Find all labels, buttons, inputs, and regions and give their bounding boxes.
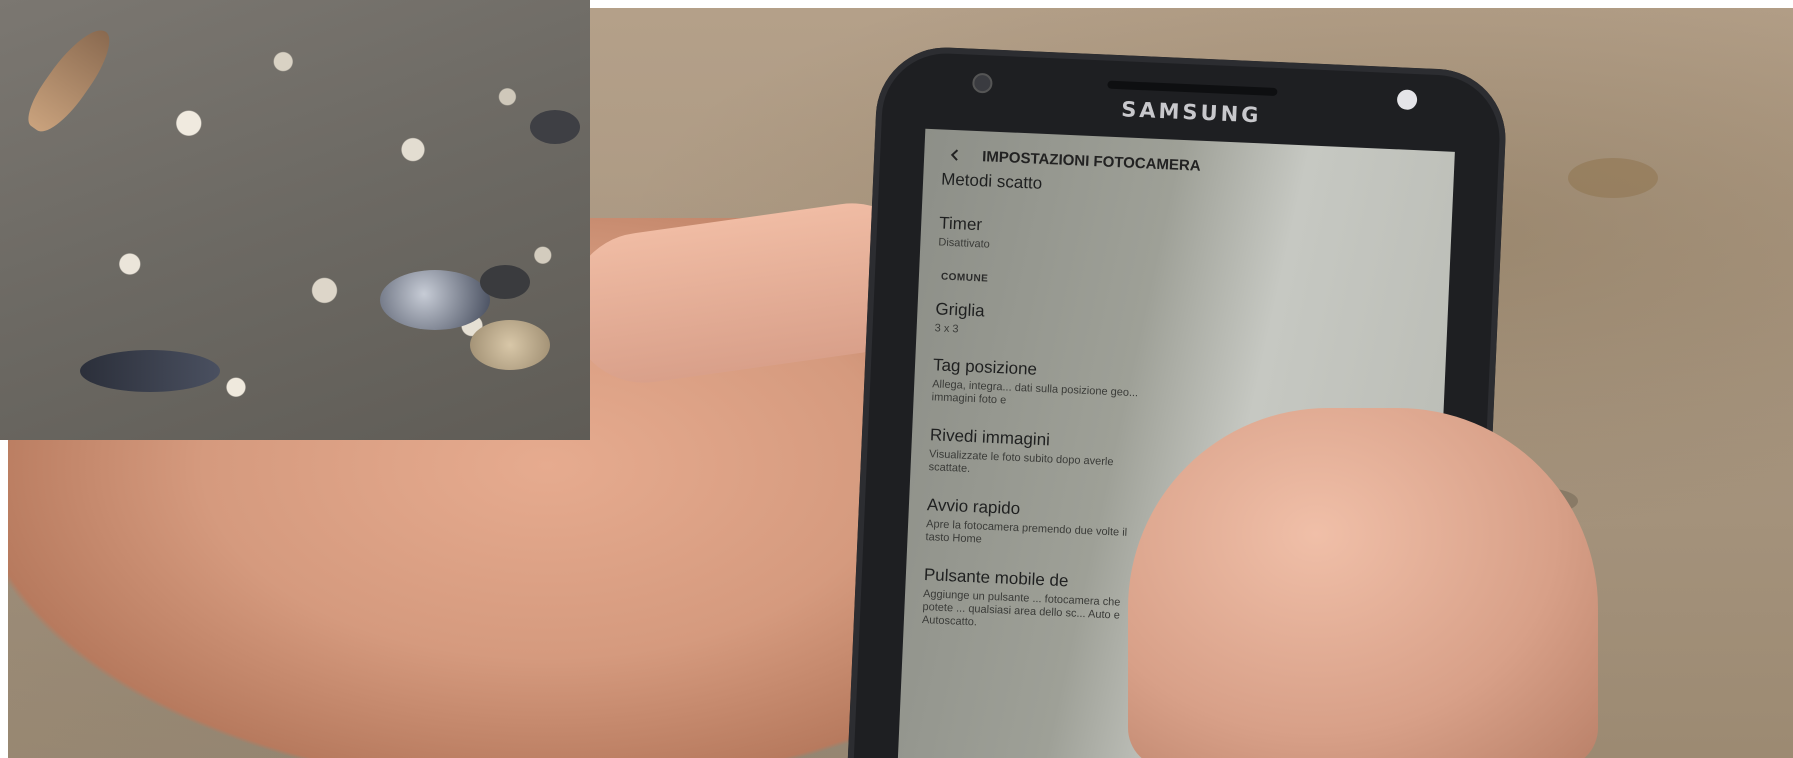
pebble [530, 110, 580, 144]
setting-timer[interactable]: Timer Disattivato [938, 213, 1159, 259]
setting-quick-launch[interactable]: Avvio rapido Apre la fotocamera premendo… [925, 495, 1147, 554]
back-arrow-icon[interactable] [948, 148, 963, 163]
setting-review-pictures[interactable]: Rivedi immagini Visualizzate le foto sub… [928, 425, 1150, 484]
razor-shell [19, 19, 121, 141]
inset-photo-shells [0, 0, 590, 440]
setting-shooting-methods[interactable]: Metodi scatto [941, 169, 1043, 193]
mussel-shell [80, 350, 220, 392]
setting-description: Apre la fotocamera premendo due volte il… [925, 518, 1128, 546]
setting-title: Metodi scatto [940, 169, 1043, 193]
settings-title: IMPOSTAZIONI FOTOCAMERA [981, 147, 1202, 175]
right-hand [1128, 408, 1598, 758]
oyster-shell [470, 320, 550, 370]
setting-description: Visualizzate le foto subito dopo averle … [928, 448, 1114, 475]
sensor-icon [1396, 89, 1418, 111]
setting-floating-button[interactable]: Pulsante mobile de Aggiunge un pulsante … [922, 565, 1144, 637]
setting-grid[interactable]: Griglia 3 x 3 [934, 299, 1155, 345]
section-label: COMUNE [940, 271, 989, 285]
pebble [480, 265, 530, 299]
sand-mark [1568, 158, 1658, 198]
setting-location-tag[interactable]: Tag posizione Allega, integra... dati su… [931, 355, 1153, 414]
mussel-shell [380, 270, 490, 330]
setting-description: Allega, integra... dati sulla posizione … [931, 378, 1139, 407]
setting-description: Aggiunge un pulsante ... fotocamera che … [921, 588, 1121, 629]
earpiece [1107, 80, 1278, 97]
